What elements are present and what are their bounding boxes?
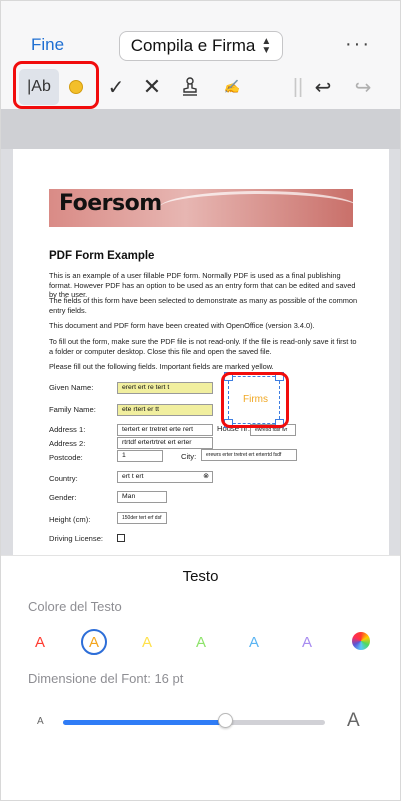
color-swatch-orange[interactable]: A: [81, 629, 107, 655]
family-name-label: Family Name:: [49, 405, 96, 414]
driving-license-label: Driving License:: [49, 534, 104, 543]
undo-button[interactable]: ↩: [311, 65, 335, 109]
paragraph: Please fill out the following fields. Im…: [49, 362, 274, 371]
postcode-label: Postcode:: [49, 453, 83, 462]
driving-license-checkbox[interactable]: [117, 534, 125, 542]
app-window: Fine Compila e Firma ▲ ▼ ··· |Ab ✓ ✕ ✍ |…: [0, 0, 401, 801]
height-field[interactable]: 150der tert erf dsf: [117, 512, 167, 524]
paragraph: This document and PDF form have been cre…: [49, 321, 315, 330]
country-select[interactable]: ert t ert ⊗: [117, 471, 213, 483]
color-swatch-green[interactable]: A: [188, 629, 214, 655]
color-swatch-red[interactable]: A: [27, 629, 53, 655]
paragraph: The fields of this form have been select…: [49, 296, 358, 315]
redo-icon: ↪: [354, 76, 372, 99]
family-name-field[interactable]: ete rtert er tt: [117, 404, 213, 416]
swatch-letter: A: [301, 633, 312, 651]
checkmark-icon: ✓: [107, 76, 125, 99]
height-label: Height (cm):: [49, 515, 91, 524]
font-size-label: Dimensione del Font: 16 pt: [28, 671, 184, 686]
stamp-icon: [183, 77, 197, 96]
color-swatch-blue[interactable]: A: [241, 629, 267, 655]
custom-color-wheel-icon[interactable]: [352, 632, 370, 650]
gender-label: Gender:: [49, 493, 77, 502]
signature-icon: ✍: [223, 79, 241, 94]
done-button[interactable]: Fine: [31, 35, 64, 55]
color-swatch-yellow[interactable]: A: [134, 629, 160, 655]
divider-handle: ||: [293, 65, 303, 109]
large-font-icon: A: [347, 710, 360, 731]
country-value: ert t ert: [122, 473, 144, 480]
slider-thumb[interactable]: [218, 713, 234, 728]
text-color-label: Colore del Testo: [28, 599, 122, 614]
top-bar: Fine Compila e Firma ▲ ▼ ···: [1, 1, 400, 65]
city-label: City:: [181, 452, 197, 461]
redo-button[interactable]: ↪: [351, 65, 375, 109]
address1-label: Address 1:: [49, 425, 86, 434]
address2-field[interactable]: rtrtdf ertertrtret ert erter: [117, 437, 213, 449]
small-font-icon: A: [37, 716, 44, 727]
more-button[interactable]: ···: [345, 33, 371, 56]
chevron-updown-icon: ▲ ▼: [261, 36, 272, 56]
stamp-tool-button[interactable]: [179, 65, 201, 109]
pdf-page[interactable]: Foersom PDF Form Example This is an exam…: [13, 149, 389, 559]
dropdown-icon: ⊗: [203, 473, 209, 480]
banner-title: Foersom: [59, 191, 162, 216]
undo-icon: ↩: [314, 76, 332, 99]
postcode-field[interactable]: 1: [117, 450, 163, 462]
banner-wave: [159, 191, 353, 225]
cross-icon: ✕: [142, 74, 162, 99]
country-label: Country:: [49, 474, 78, 483]
panel-title: Testo: [182, 568, 219, 585]
swatch-letter: A: [141, 633, 152, 651]
given-name-field[interactable]: erert ert re tert t: [117, 382, 213, 394]
signature-tool-button[interactable]: ✍: [219, 65, 245, 109]
swatch-letter: A: [248, 633, 259, 651]
checkmark-tool-button[interactable]: ✓: [105, 65, 127, 109]
annotation-highlight: [13, 61, 99, 109]
text-settings-panel: Testo Colore del Testo A A A A A A Dimen…: [1, 555, 400, 800]
divider-label: ||: [292, 75, 304, 98]
font-size-slider[interactable]: [63, 720, 325, 725]
address2-label: Address 2:: [49, 439, 86, 448]
color-swatch-purple[interactable]: A: [294, 629, 320, 655]
swatch-letter: A: [88, 633, 99, 651]
swatch-letter: A: [195, 633, 206, 651]
annotation-highlight: [221, 372, 289, 428]
city-field[interactable]: erewrs erter tretret ert erterrtd fsdf: [201, 449, 297, 461]
given-name-label: Given Name:: [49, 383, 94, 392]
slider-fill: [63, 720, 226, 725]
gender-field[interactable]: Man: [117, 491, 167, 503]
mode-selector[interactable]: Compila e Firma ▲ ▼: [119, 31, 283, 61]
cross-tool-button[interactable]: ✕: [141, 65, 163, 109]
paragraph: To fill out the form, make sure the PDF …: [49, 337, 357, 356]
swatch-letter: A: [34, 633, 45, 651]
document-top-band: [1, 109, 400, 149]
address1-field[interactable]: tertert er tretret erte rert: [117, 424, 213, 436]
mode-selector-label: Compila e Firma: [130, 36, 256, 55]
page-title: PDF Form Example: [49, 250, 155, 262]
